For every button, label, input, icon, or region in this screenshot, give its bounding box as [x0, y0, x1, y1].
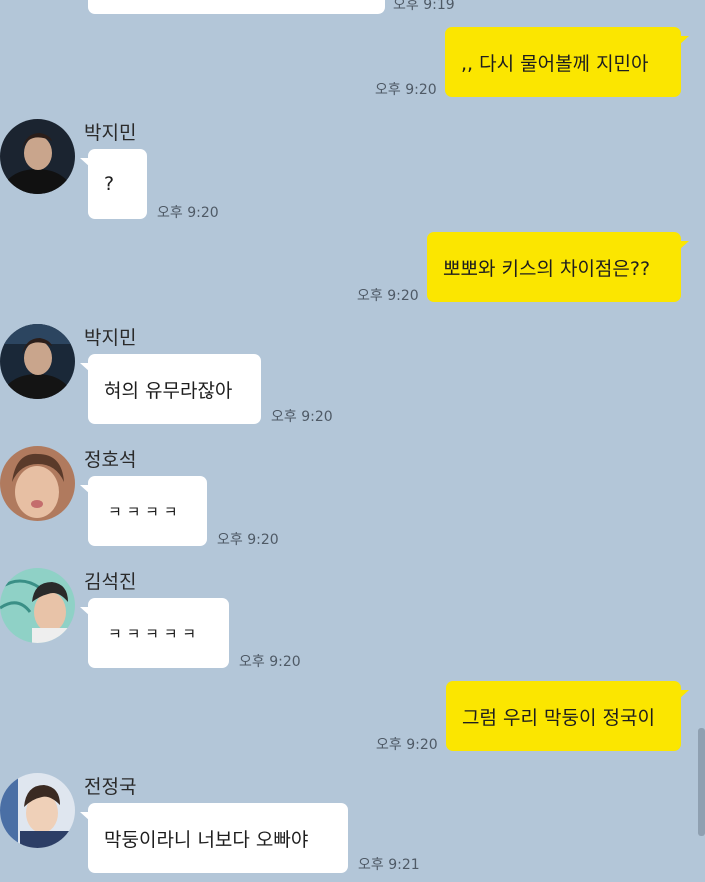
sender-name: 김석진 — [84, 571, 137, 593]
message-bubble-incoming[interactable]: ㅋ ㅋ ㅋ ㅋ ㅋ — [80, 598, 229, 668]
message-text: ,, 다시 물어볼께 지민아 — [461, 52, 649, 75]
avatar-hoseok[interactable] — [0, 446, 75, 521]
sender-name: 박지민 — [84, 327, 137, 349]
sender-name: 박지민 — [84, 122, 137, 144]
message-bubble-outgoing[interactable]: 뽀뽀와 키스의 차이점은?? — [427, 232, 689, 302]
scrollbar[interactable] — [698, 728, 705, 836]
message-time: 오후 9:20 — [157, 205, 219, 221]
message-text: ? — [104, 173, 115, 195]
message-time: 오후 9:20 — [271, 409, 333, 425]
message-bubble-incoming[interactable]: ㅋ ㅋ ㅋ ㅋ — [80, 476, 207, 546]
sender-name: 전정국 — [84, 776, 137, 798]
message-text: 막둥이라니 너보다 오빠야 — [104, 828, 309, 851]
avatar-jimin[interactable] — [0, 119, 75, 194]
message-bubble-outgoing[interactable]: ,, 다시 물어볼께 지민아 — [445, 27, 689, 97]
message-time: 오후 9:19 — [393, 0, 455, 13]
message-time: 오후 9:20 — [239, 654, 301, 670]
message-text: 혀의 유무라잖아 — [104, 379, 233, 402]
sender-name: 정호석 — [84, 449, 137, 471]
message-time: 오후 9:20 — [217, 532, 279, 548]
message-time: 오후 9:20 — [375, 82, 437, 98]
message-text: 그럼 우리 막둥이 정국이 — [462, 706, 655, 729]
message-bubble-partial[interactable] — [88, 0, 385, 14]
message-time: 오후 9:20 — [357, 288, 419, 304]
message-time: 오후 9:21 — [358, 857, 420, 873]
message-text: ㅋ ㅋ ㅋ ㅋ ㅋ — [108, 624, 197, 643]
message-bubble-outgoing[interactable]: 그럼 우리 막둥이 정국이 — [446, 681, 689, 751]
chat-window: 오후 9:19 ,, 다시 물어볼께 지민아 오후 9:20 박지민 ? 오후 … — [0, 0, 705, 882]
message-text: ㅋ ㅋ ㅋ ㅋ — [108, 502, 178, 521]
message-bubble-incoming[interactable]: 혀의 유무라잖아 — [80, 354, 261, 424]
message-text: 뽀뽀와 키스의 차이점은?? — [443, 257, 651, 280]
message-time: 오후 9:20 — [376, 737, 438, 753]
message-bubble-incoming[interactable]: 막둥이라니 너보다 오빠야 — [80, 803, 348, 873]
avatar-jimin[interactable] — [0, 324, 75, 399]
avatar-seokjin[interactable] — [0, 568, 75, 643]
message-bubble-incoming[interactable]: ? — [80, 149, 147, 219]
avatar-jungkook[interactable] — [0, 773, 75, 848]
